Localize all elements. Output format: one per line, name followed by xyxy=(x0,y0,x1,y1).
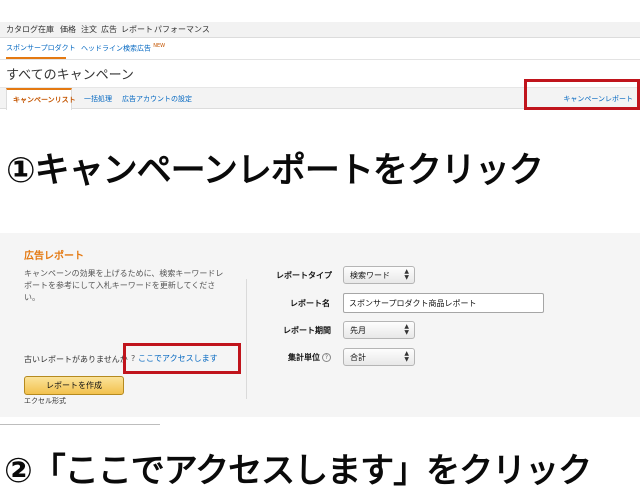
new-badge: NEW xyxy=(153,43,166,49)
campaign-report-highlight: キャンペーンレポート xyxy=(524,79,640,110)
report-type-select[interactable]: 検索ワード ▲ ▼ xyxy=(343,266,415,284)
nav-item-ads[interactable]: 広告 xyxy=(101,24,117,35)
nav-item-catalog[interactable]: カタログ xyxy=(6,24,38,35)
report-period-select[interactable]: 先月 ▲ ▼ xyxy=(343,321,415,339)
report-type-value: 検索ワード xyxy=(350,271,390,280)
access-link-highlight: ? ここでアクセスします xyxy=(123,343,241,374)
ad-report-screenshot: 広告レポート キャンペーンの効果を上げるために、検索キーワードレポートを参考にし… xyxy=(0,233,640,417)
nav-item-orders[interactable]: 注文 xyxy=(81,24,97,35)
access-here-link[interactable]: ここでアクセスします xyxy=(138,353,218,364)
aggregation-select[interactable]: 合計 ▲ ▼ xyxy=(343,348,415,366)
step2-caption: ②「ここでアクセスします」をクリック xyxy=(4,451,592,491)
aggregation-label: 集計単位? xyxy=(288,352,331,363)
report-type-label: レポートタイプ xyxy=(276,271,332,280)
report-name-input[interactable]: スポンサープロダクト商品レポート xyxy=(343,293,544,313)
ad-type-nav: スポンサープロダクト ヘッドライン検索広告 NEW xyxy=(0,38,640,60)
horizontal-divider xyxy=(0,424,160,425)
step1-caption: ①キャンペーンレポートをクリック xyxy=(6,151,544,191)
page-title: すべてのキャンペーン xyxy=(6,68,134,83)
excel-format-note: エクセル形式 xyxy=(24,397,66,405)
select-arrows-icon: ▲ ▼ xyxy=(404,350,409,363)
old-report-text: 古いレポートがありませんか xyxy=(24,355,128,364)
ad-report-title: 広告レポート xyxy=(24,251,84,262)
tab-campaign-list[interactable]: キャンペーンリスト xyxy=(6,88,76,110)
select-arrows-icon: ▲ ▼ xyxy=(404,268,409,281)
ad-report-description: キャンペーンの効果を上げるために、検索キーワードレポートを参考にして入札キーワー… xyxy=(24,269,224,302)
top-nav-bar: カタログ 在庫 価格 注文 広告 レポート パフォーマンス xyxy=(0,22,640,38)
question-mark: ? xyxy=(131,354,136,363)
report-period-value: 先月 xyxy=(350,326,366,335)
report-name-label: レポート名 xyxy=(290,299,330,308)
report-period-label: レポート期間 xyxy=(283,326,331,335)
info-icon[interactable]: ? xyxy=(322,353,331,362)
nav-item-performance[interactable]: パフォーマンス xyxy=(154,24,210,35)
tab-sponsored-products[interactable]: スポンサープロダクト xyxy=(6,43,76,53)
vertical-divider xyxy=(246,279,247,399)
tab-headline-ads[interactable]: ヘッドライン検索広告 NEW xyxy=(81,43,165,53)
create-report-button[interactable]: レポートを作成 xyxy=(24,376,124,395)
nav-item-pricing[interactable]: 価格 xyxy=(60,24,76,35)
headline-ads-label: ヘッドライン検索広告 xyxy=(81,44,151,53)
tab-bulk-operations[interactable]: 一括処理 xyxy=(84,94,112,104)
select-arrows-icon: ▲ ▼ xyxy=(404,323,409,336)
nav-item-inventory[interactable]: 在庫 xyxy=(38,24,54,35)
tab-ad-account-settings[interactable]: 広告アカウントの設定 xyxy=(122,94,192,104)
active-indicator xyxy=(6,57,66,59)
campaign-report-link[interactable]: キャンペーンレポート xyxy=(563,94,633,104)
aggregation-value: 合計 xyxy=(350,353,366,362)
campaign-manager-screenshot: カタログ 在庫 価格 注文 広告 レポート パフォーマンス スポンサープロダクト… xyxy=(0,0,640,113)
aggregation-label-text: 集計単位 xyxy=(288,353,320,362)
nav-item-reports[interactable]: レポート xyxy=(121,24,153,35)
